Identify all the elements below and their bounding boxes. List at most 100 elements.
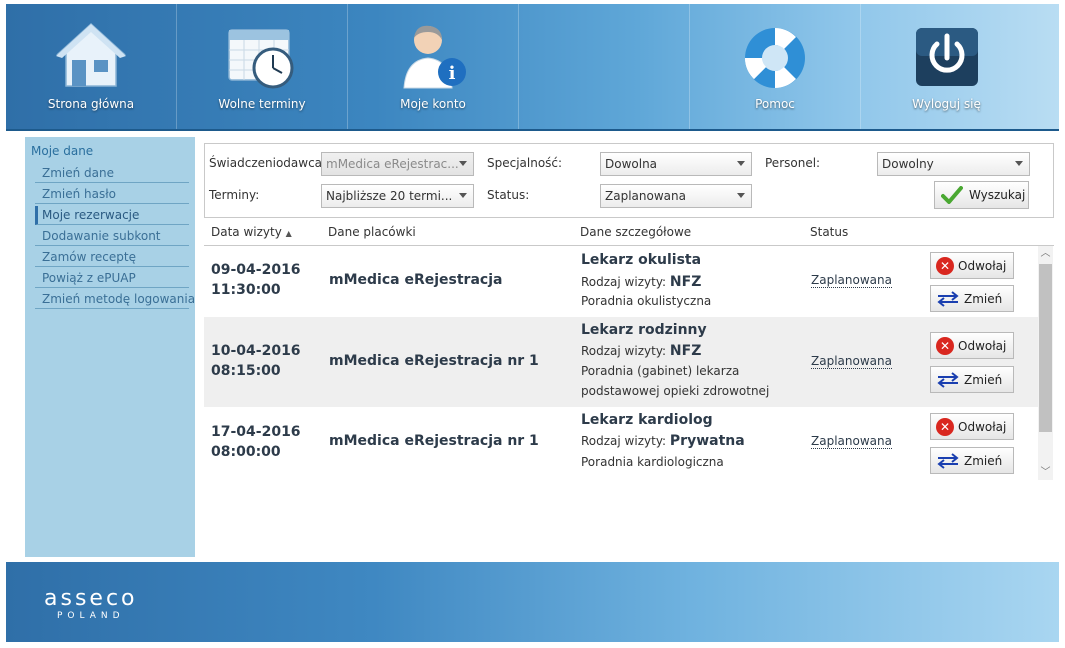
visit-type-line: Rodzaj wizyty: Prywatna	[581, 433, 745, 449]
chevron-down-icon	[1015, 161, 1023, 166]
nav-free-slots-label: Wolne terminy	[218, 97, 306, 111]
nav-account-label: Moje konto	[400, 97, 466, 111]
table-row: 09-04-2016 11:30:00 mMedica eRejestracja…	[204, 246, 1038, 317]
change-button[interactable]: Zmień	[930, 447, 1014, 474]
status-select[interactable]: Zaplanowana	[600, 184, 752, 208]
search-button-label: Wyszukaj	[969, 188, 1026, 202]
nav-spacer	[519, 4, 690, 129]
provider-label: Świadczeniodawca:	[209, 156, 327, 170]
cancel-icon: ✕	[936, 417, 954, 436]
specialty-select-value: Dowolna	[605, 157, 658, 171]
cancel-icon: ✕	[936, 336, 954, 355]
sort-ascending-icon: ▲	[285, 229, 292, 238]
chevron-down-icon	[737, 161, 745, 166]
visit-type-value: NFZ	[669, 274, 702, 290]
terms-select[interactable]: Najbliższe 20 termi...	[321, 184, 474, 208]
nav-home[interactable]: Strona główna	[6, 4, 177, 129]
terms-label: Terminy:	[209, 188, 260, 202]
column-header-date-label: Data wizyty	[211, 225, 282, 239]
visit-type-line: Rodzaj wizyty: NFZ	[581, 343, 701, 359]
sidebar-item-change-login-method[interactable]: Zmień metodę logowania	[35, 290, 195, 309]
reservations-table-body: 09-04-2016 11:30:00 mMedica eRejestracja…	[204, 246, 1038, 480]
swap-arrows-icon	[937, 452, 959, 469]
doctor-type: Lekarz rodzinny	[581, 322, 707, 338]
column-header-details: Dane szczegółowe	[580, 225, 692, 239]
chevron-up-icon[interactable]: ︿	[1038, 246, 1053, 261]
logo-wordmark: asseco	[44, 586, 138, 611]
terms-select-value: Najbliższe 20 termi...	[326, 189, 453, 203]
change-button[interactable]: Zmień	[930, 285, 1014, 312]
visit-type-label: Rodzaj wizyty:	[581, 275, 667, 289]
swap-arrows-icon	[937, 290, 959, 307]
clinic-name-continued: podstawowej opieki zdrowotnej	[581, 384, 770, 398]
chevron-down-icon	[737, 193, 745, 198]
nav-logout[interactable]: Wyloguj się	[861, 4, 1032, 129]
table-row: 17-04-2016 08:00:00 mMedica eRejestracja…	[204, 407, 1038, 480]
facility-name: mMedica eRejestracja nr 1	[329, 353, 539, 369]
change-button-label: Zmień	[964, 453, 1003, 468]
visit-type-label: Rodzaj wizyty:	[581, 344, 667, 358]
change-button-label: Zmień	[964, 291, 1003, 306]
staff-label: Personel:	[765, 156, 821, 170]
footer: asseco POLAND	[6, 562, 1059, 642]
visit-type-label: Rodzaj wizyty:	[581, 434, 667, 448]
visit-type-line: Rodzaj wizyty: NFZ	[581, 274, 701, 290]
visit-date: 09-04-2016	[211, 262, 301, 278]
table-scrollbar[interactable]: ︿ ﹀	[1038, 246, 1053, 480]
column-header-date[interactable]: Data wizyty ▲	[211, 225, 292, 239]
sidebar-item-change-data[interactable]: Zmień dane	[35, 164, 189, 183]
checkmark-icon	[941, 186, 963, 204]
chevron-down-icon	[459, 161, 467, 166]
visit-date: 10-04-2016	[211, 343, 301, 359]
visit-type-value: Prywatna	[669, 433, 745, 449]
top-navigation-bar: Strona główna Wolne terminy i Moje konto…	[6, 4, 1059, 131]
cancel-button[interactable]: ✕ Odwołaj	[930, 332, 1014, 359]
column-header-place: Dane placówki	[328, 225, 416, 239]
facility-name: mMedica eRejestracja nr 1	[329, 433, 539, 449]
table-row: 10-04-2016 08:15:00 mMedica eRejestracja…	[204, 317, 1038, 407]
status-link[interactable]: Zaplanowana	[811, 354, 892, 369]
sidebar-title: Moje dane	[31, 144, 94, 158]
sidebar-item-my-reservations[interactable]: Moje rezerwacje	[35, 206, 189, 225]
cancel-button-label: Odwołaj	[958, 338, 1007, 353]
specialty-label: Specjalność:	[487, 156, 563, 170]
visit-time: 08:15:00	[211, 363, 281, 379]
logo-subtitle: POLAND	[56, 611, 125, 621]
specialty-select[interactable]: Dowolna	[600, 152, 752, 176]
scrollbar-thumb[interactable]	[1039, 264, 1052, 432]
sidebar-item-order-prescription[interactable]: Zamów receptę	[35, 248, 189, 267]
provider-select-value: mMedica eRejestrac...	[326, 157, 459, 171]
nav-logout-label: Wyloguj się	[912, 97, 981, 111]
provider-select[interactable]: mMedica eRejestrac...	[321, 152, 474, 176]
visit-type-value: NFZ	[669, 343, 702, 359]
cancel-button[interactable]: ✕ Odwołaj	[930, 413, 1014, 440]
user-info-icon: i	[403, 25, 466, 89]
sidebar-item-change-password[interactable]: Zmień hasło	[35, 185, 189, 204]
swap-arrows-icon	[937, 371, 959, 388]
change-button-label: Zmień	[964, 372, 1003, 387]
nav-home-label: Strona główna	[47, 97, 135, 111]
search-button[interactable]: Wyszukaj	[934, 181, 1029, 209]
nav-help[interactable]: Pomoc	[690, 4, 861, 129]
calendar-clock-icon	[228, 29, 294, 89]
column-header-status: Status	[810, 225, 849, 239]
staff-select-value: Dowolny	[882, 157, 934, 171]
nav-free-slots[interactable]: Wolne terminy	[177, 4, 348, 129]
change-button[interactable]: Zmień	[930, 366, 1014, 393]
status-label: Status:	[487, 188, 530, 202]
facility-name: mMedica eRejestracja	[329, 272, 503, 288]
nav-account[interactable]: i Moje konto	[348, 4, 519, 129]
svg-text:i: i	[449, 63, 456, 84]
staff-select[interactable]: Dowolny	[877, 152, 1030, 176]
visit-time: 08:00:00	[211, 444, 281, 460]
status-select-value: Zaplanowana	[605, 189, 686, 203]
power-icon	[915, 28, 978, 86]
status-link[interactable]: Zaplanowana	[811, 434, 892, 449]
cancel-icon: ✕	[936, 256, 954, 275]
sidebar-item-add-subaccounts[interactable]: Dodawanie subkont	[35, 227, 189, 246]
cancel-button[interactable]: ✕ Odwołaj	[930, 252, 1014, 279]
sidebar-item-link-epuap[interactable]: Powiąż z ePUAP	[35, 269, 189, 288]
visit-time: 11:30:00	[211, 282, 281, 298]
status-link[interactable]: Zaplanowana	[811, 273, 892, 288]
chevron-down-icon[interactable]: ﹀	[1038, 465, 1053, 480]
